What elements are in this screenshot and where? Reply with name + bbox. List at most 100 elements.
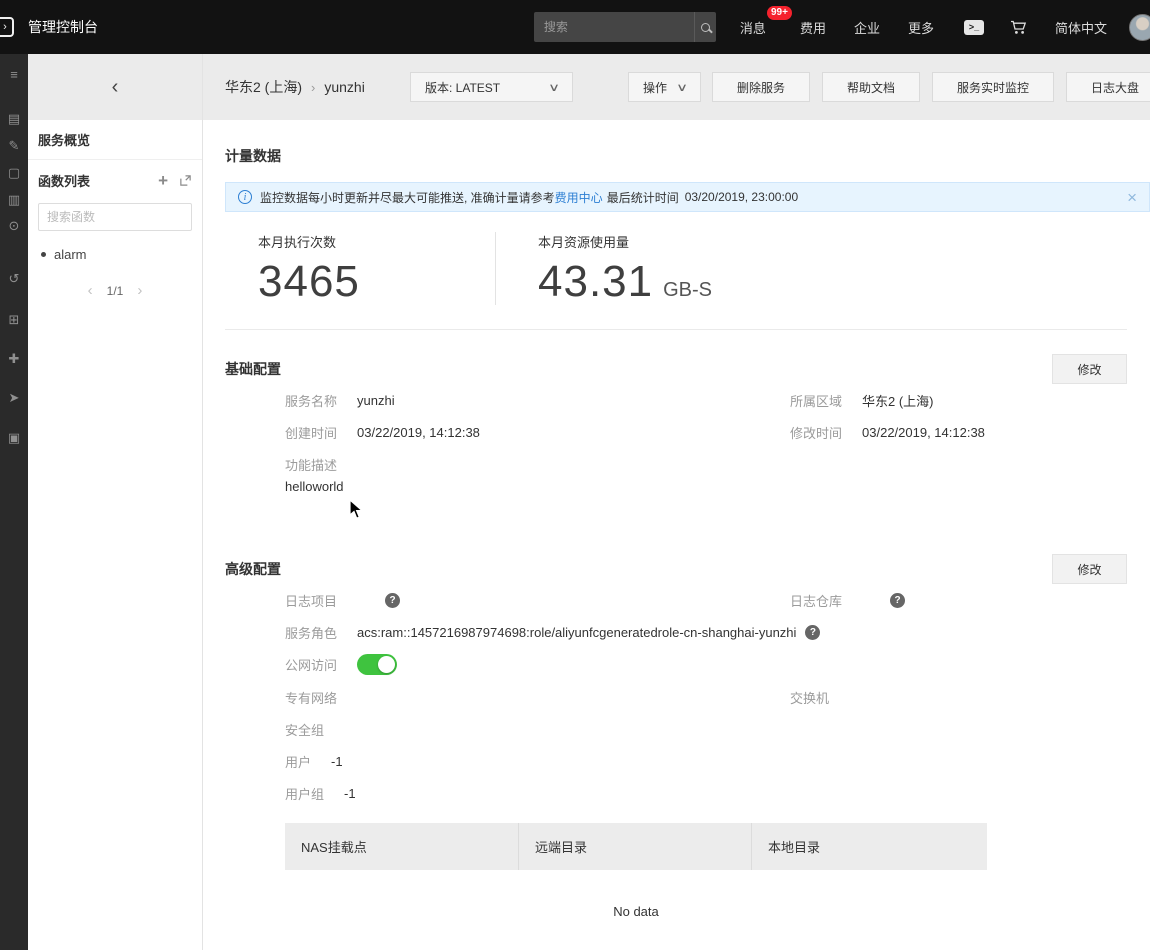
rail-products-icon[interactable]: ▤ (0, 111, 28, 127)
topbar-messages[interactable]: 消息 99+ (740, 5, 792, 37)
action-dropdown[interactable]: 操作 ∨ (628, 72, 701, 102)
stat-label: 本月执行次数 (258, 235, 337, 250)
console-page: › 管理控制台 消息 99+ 费用 企业 更多 >_ 简体中文 ≡ ▤ ✎ ▢ … (0, 0, 1150, 950)
stat-label: 本月资源使用量 (538, 235, 630, 250)
user-group-value: -1 (344, 785, 356, 801)
breadcrumb-separator-icon: › (311, 79, 316, 95)
bullet-icon (41, 251, 46, 257)
cart-icon[interactable] (1010, 20, 1027, 35)
next-page-icon[interactable]: › (137, 283, 142, 298)
collapse-chevron-icon: ‹ (111, 76, 119, 98)
rail-refresh-icon[interactable]: ↺ (0, 271, 28, 287)
function-search-input[interactable] (38, 203, 192, 231)
created-time-value: 03/22/2019, 14:12:38 (357, 424, 480, 440)
function-name: alarm (54, 246, 87, 262)
service-role-value: acs:ram::1457216987974698:role/aliyunfcg… (357, 624, 797, 640)
topbar-language[interactable]: 简体中文 (1055, 18, 1107, 37)
metering-stats: 本月执行次数 3465 本月资源使用量 43.31 GB-S (225, 232, 1127, 306)
table-empty-text: No data (613, 904, 659, 920)
rail-list-icon[interactable]: ▥ (0, 192, 28, 208)
rail-dashboard-icon[interactable]: ▣ (0, 430, 28, 446)
rail-arrow-icon[interactable]: ➤ (0, 390, 28, 406)
help-doc-button[interactable]: 帮助文档 (822, 72, 921, 102)
internet-access-toggle[interactable] (357, 654, 398, 676)
help-icon[interactable]: ? (805, 624, 821, 640)
breadcrumb-region[interactable]: 华东2 (上海) (225, 77, 302, 97)
sidebar-collapse-button[interactable]: ‹ (28, 54, 202, 120)
stat-value: 3465 (258, 257, 360, 306)
user-group-label: 用户组 (285, 786, 325, 802)
notice-time: 03/20/2019, 23:00:00 (684, 190, 799, 204)
delete-service-button[interactable]: 删除服务 (712, 72, 811, 102)
user-value: -1 (331, 753, 343, 769)
rail-menu-icon[interactable]: ≡ (0, 67, 28, 83)
prev-page-icon[interactable]: ‹ (88, 283, 93, 298)
table-header-row: NAS挂载点 远端目录 本地目录 (285, 823, 987, 871)
topbar-search (533, 12, 716, 42)
main-content: 计量数据 i 监控数据每小时更新并尽最大可能推送, 准确计量请参考 费用中心 最… (203, 120, 1150, 950)
rail-target-icon[interactable]: ⊙ (0, 218, 28, 234)
close-icon[interactable]: × (1127, 189, 1137, 206)
chevron-down-icon: ∨ (675, 81, 689, 94)
metering-section: 计量数据 i 监控数据每小时更新并尽最大可能推送, 准确计量请参考 费用中心 最… (225, 120, 1150, 331)
chevron-down-icon: ∨ (547, 81, 561, 94)
security-group-label: 安全组 (285, 722, 325, 738)
log-project-label: 日志项目 (285, 593, 338, 609)
help-icon[interactable]: ? (385, 592, 401, 608)
description-value: helloworld (285, 479, 344, 495)
service-overview-label: 服务概览 (38, 133, 91, 148)
expand-icon[interactable] (179, 174, 192, 187)
modified-time-label: 修改时间 (790, 425, 843, 441)
service-name-value: yunzhi (357, 392, 395, 408)
rail-plus-icon[interactable]: ✚ (0, 351, 28, 367)
internet-access-label: 公网访问 (285, 658, 338, 674)
advanced-config-modify-button[interactable]: 修改 (1052, 554, 1127, 585)
cloudshell-icon[interactable]: >_ (963, 19, 984, 35)
rail-edit-icon[interactable]: ✎ (0, 138, 28, 154)
help-icon[interactable]: ? (890, 592, 906, 608)
service-role-label: 服务角色 (285, 625, 338, 641)
region-label: 所属区域 (790, 393, 843, 409)
metering-title: 计量数据 (225, 148, 281, 164)
stat-unit: GB-S (663, 279, 713, 301)
vswitch-label: 交换机 (790, 690, 830, 706)
add-function-icon[interactable]: + (158, 172, 168, 189)
advanced-config-section: 高级配置 修改 日志项目 ? 日志仓库 ? 服务角色 acs:ram::1457… (225, 506, 1127, 919)
notice-text: 监控数据每小时更新并尽最大可能推送, 准确计量请参考 (260, 190, 555, 205)
info-icon: i (238, 190, 252, 204)
billing-center-link[interactable]: 费用中心 (555, 189, 603, 206)
search-icon (700, 22, 710, 32)
breadcrumb: 华东2 (上海) › yunzhi (225, 77, 410, 97)
vpc-label: 专有网络 (285, 690, 338, 706)
search-button[interactable] (693, 12, 716, 42)
breadcrumb-service: yunzhi (324, 79, 365, 95)
avatar[interactable] (1129, 13, 1150, 41)
topbar-more[interactable]: 更多 (908, 18, 934, 37)
realtime-monitor-button[interactable]: 服务实时监控 (932, 72, 1055, 102)
topbar-search-input[interactable] (533, 12, 694, 42)
topbar-enterprise[interactable]: 企业 (854, 18, 880, 37)
table-header-local-dir: 本地目录 (751, 823, 984, 871)
sidebar-item-function-list[interactable]: 函数列表 + (28, 160, 202, 200)
log-dashboard-button[interactable]: 日志大盘 (1066, 72, 1150, 102)
user-label: 用户 (285, 754, 312, 770)
rail-grid-icon[interactable]: ⊞ (0, 312, 28, 328)
sidebar-item-service-overview[interactable]: 服务概览 (28, 120, 202, 160)
table-header-remote-dir: 远端目录 (518, 823, 751, 871)
metering-notice-banner: i 监控数据每小时更新并尽最大可能推送, 准确计量请参考 费用中心 最后统计时间… (225, 182, 1150, 212)
version-dropdown[interactable]: 版本: LATEST ∨ (410, 72, 573, 102)
basic-config-title: 基础配置 (225, 361, 281, 378)
function-list-item-alarm[interactable]: alarm (28, 239, 202, 269)
nas-mount-table: NAS挂载点 远端目录 本地目录 (285, 823, 987, 871)
topbar-billing[interactable]: 费用 (800, 18, 826, 37)
stat-resource-usage: 本月资源使用量 43.31 GB-S (496, 232, 712, 305)
stat-executions: 本月执行次数 3465 (225, 232, 495, 305)
function-list-label: 函数列表 (38, 173, 91, 189)
console-logo-icon[interactable]: › (0, 17, 14, 37)
console-title[interactable]: 管理控制台 (28, 17, 98, 37)
rail-panel-icon[interactable]: ▢ (0, 165, 28, 181)
sidebar: ‹ 服务概览 函数列表 + alarm ‹ 1/1 › (28, 54, 203, 950)
table-header-nas-mount: NAS挂载点 (301, 840, 367, 856)
basic-config-modify-button[interactable]: 修改 (1052, 354, 1127, 385)
icon-rail: ≡ ▤ ✎ ▢ ▥ ⊙ ↺ ⊞ ✚ ➤ ▣ (0, 54, 28, 950)
